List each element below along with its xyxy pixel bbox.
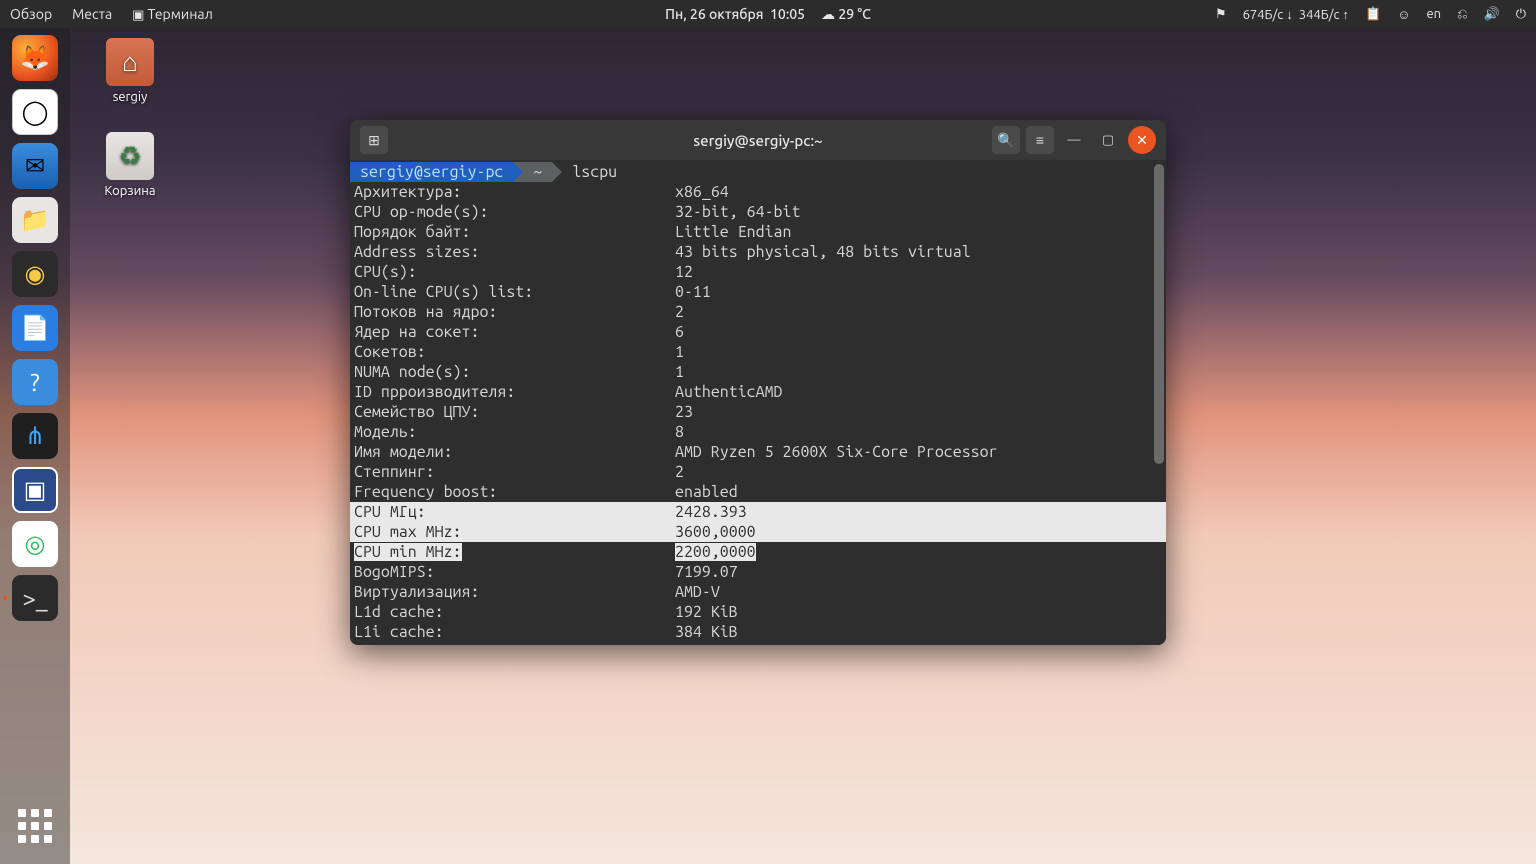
vscode-icon: ⋔ — [12, 413, 58, 459]
dock: 🦊 ◯ ✉ 📁 ◉ 📄? ⋔ ▣ ◎ >_ — [0, 28, 70, 864]
network-icon[interactable]: ⎌ — [1457, 7, 1467, 22]
files-icon: 📁 — [12, 197, 58, 243]
lscpu-row: NUMA node(s):1 — [350, 362, 1166, 382]
lscpu-row: Виртуализация:AMD-V — [350, 582, 1166, 602]
weather-icon: ☁ — [821, 6, 835, 22]
lscpu-row: Ядер на сокет:6 — [350, 322, 1166, 342]
dock-item-vscode[interactable]: ⋔ — [11, 412, 59, 460]
lscpu-row: CPU op-mode(s):32-bit, 64-bit — [350, 202, 1166, 222]
maximize-button[interactable]: ▢ — [1094, 126, 1122, 154]
volume-icon[interactable]: 🔊 — [1484, 7, 1500, 22]
chromium-icon: ◯ — [12, 89, 58, 135]
prompt-user: sergiy@sergiy-pc — [350, 162, 513, 182]
writer-icon: 📄 — [12, 305, 58, 351]
close-button[interactable]: ✕ — [1128, 126, 1156, 154]
lscpu-row: Address sizes:43 bits physical, 48 bits … — [350, 242, 1166, 262]
prompt-line: sergiy@sergiy-pc ~ lscpu — [350, 162, 1166, 182]
weather-indicator[interactable]: ☁ 29 °C — [821, 6, 871, 23]
remmina-icon: ◎ — [12, 521, 58, 567]
firefox-icon: 🦊 — [12, 35, 58, 81]
weather-temp: 29 °C — [838, 6, 871, 22]
keyboard-layout[interactable]: en — [1427, 7, 1442, 21]
dock-item-virtualbox[interactable]: ▣ — [11, 466, 59, 514]
prompt-path: ~ — [523, 162, 552, 182]
terminal-icon: >_ — [12, 575, 58, 621]
lscpu-row: Имя модели:AMD Ryzen 5 2600X Six-Core Pr… — [350, 442, 1166, 462]
clock-date[interactable]: Пн, 26 октября 10:05 — [665, 6, 805, 22]
lscpu-row: L1i cache:384 KiB — [350, 622, 1166, 642]
lscpu-output: Архитектура:x86_64CPU op-mode(s):32-bit,… — [350, 182, 1166, 642]
lscpu-row: Архитектура:x86_64 — [350, 182, 1166, 202]
terminal-title: sergiy@sergiy-pc:~ — [693, 132, 822, 149]
dock-item-chromium[interactable]: ◯ — [11, 88, 59, 136]
lscpu-row: ID прроизводителя:AuthenticAMD — [350, 382, 1166, 402]
desktop-icon-label: Корзина — [90, 184, 170, 198]
app-menu-label: Терминал — [148, 6, 213, 22]
accessibility-icon[interactable]: ☺ — [1397, 7, 1410, 22]
trash-icon: ♻ — [106, 132, 154, 180]
dock-item-terminal[interactable]: >_ — [11, 574, 59, 622]
activities-button[interactable]: Обзор — [10, 6, 52, 22]
lscpu-row: CPU min MHz:2200,0000 — [350, 542, 1166, 562]
terminal-titlebar[interactable]: ⊞ sergiy@sergiy-pc:~ 🔍 ≡ — ▢ ✕ — [350, 120, 1166, 160]
lscpu-row: Frequency boost:enabled — [350, 482, 1166, 502]
help-icon: ? — [12, 359, 58, 405]
thunderbird-icon: ✉ — [12, 143, 58, 189]
places-menu[interactable]: Места — [72, 6, 112, 22]
lscpu-row: CPU max MHz:3600,0000 — [350, 522, 1166, 542]
rhythmbox-icon: ◉ — [12, 251, 58, 297]
power-icon[interactable]: ⏻ — [1516, 7, 1526, 22]
notification-icon[interactable]: ⚑ — [1215, 7, 1227, 22]
lscpu-row: Степпинг:2 — [350, 462, 1166, 482]
desktop-trash[interactable]: ♻ Корзина — [90, 132, 170, 198]
show-applications-button[interactable] — [11, 802, 59, 850]
terminal-scrollbar[interactable] — [1154, 164, 1164, 464]
virtualbox-icon: ▣ — [12, 467, 58, 513]
command-text: lscpu — [572, 163, 617, 181]
net-speed-indicator[interactable]: 674Б/с ↓ 344Б/с ↑ — [1243, 7, 1349, 22]
lscpu-row: BogoMIPS:7199.07 — [350, 562, 1166, 582]
new-tab-button[interactable]: ⊞ — [360, 126, 388, 154]
desktop-icon-label: sergiy — [90, 90, 170, 104]
lscpu-row: Семейство ЦПУ:23 — [350, 402, 1166, 422]
app-menu[interactable]: ▣ Терминал — [132, 6, 213, 23]
terminal-body[interactable]: sergiy@sergiy-pc ~ lscpu Архитектура:x86_6… — [350, 160, 1166, 645]
dock-item-files[interactable]: 📁 — [11, 196, 59, 244]
hamburger-menu-button[interactable]: ≡ — [1026, 126, 1054, 154]
dock-item-writer[interactable]: 📄 — [11, 304, 59, 352]
lscpu-row: CPU(s):12 — [350, 262, 1166, 282]
home-folder-icon: ⌂ — [106, 38, 154, 86]
desktop-home-folder[interactable]: ⌂ sergiy — [90, 38, 170, 104]
dock-item-remmina[interactable]: ◎ — [11, 520, 59, 568]
dock-item-firefox[interactable]: 🦊 — [11, 34, 59, 82]
lscpu-row: CPU МГц:2428.393 — [350, 502, 1166, 522]
top-panel: Обзор Места ▣ Терминал Пн, 26 октября 10… — [0, 0, 1536, 28]
lscpu-row: Порядок байт:Little Endian — [350, 222, 1166, 242]
dock-item-thunderbird[interactable]: ✉ — [11, 142, 59, 190]
clipboard-icon[interactable]: 📋 — [1365, 7, 1381, 22]
lscpu-row: Потоков на ядро:2 — [350, 302, 1166, 322]
lscpu-row: Сокетов:1 — [350, 342, 1166, 362]
terminal-icon: ▣ — [132, 8, 144, 22]
search-button[interactable]: 🔍 — [992, 126, 1020, 154]
lscpu-row: On-line CPU(s) list:0-11 — [350, 282, 1166, 302]
minimize-button[interactable]: — — [1060, 126, 1088, 154]
terminal-window: ⊞ sergiy@sergiy-pc:~ 🔍 ≡ — ▢ ✕ sergiy@se… — [350, 120, 1166, 645]
dock-item-rhythmbox[interactable]: ◉ — [11, 250, 59, 298]
lscpu-row: L1d cache:192 KiB — [350, 602, 1166, 622]
lscpu-row: Модель:8 — [350, 422, 1166, 442]
dock-item-help[interactable]: ? — [11, 358, 59, 406]
